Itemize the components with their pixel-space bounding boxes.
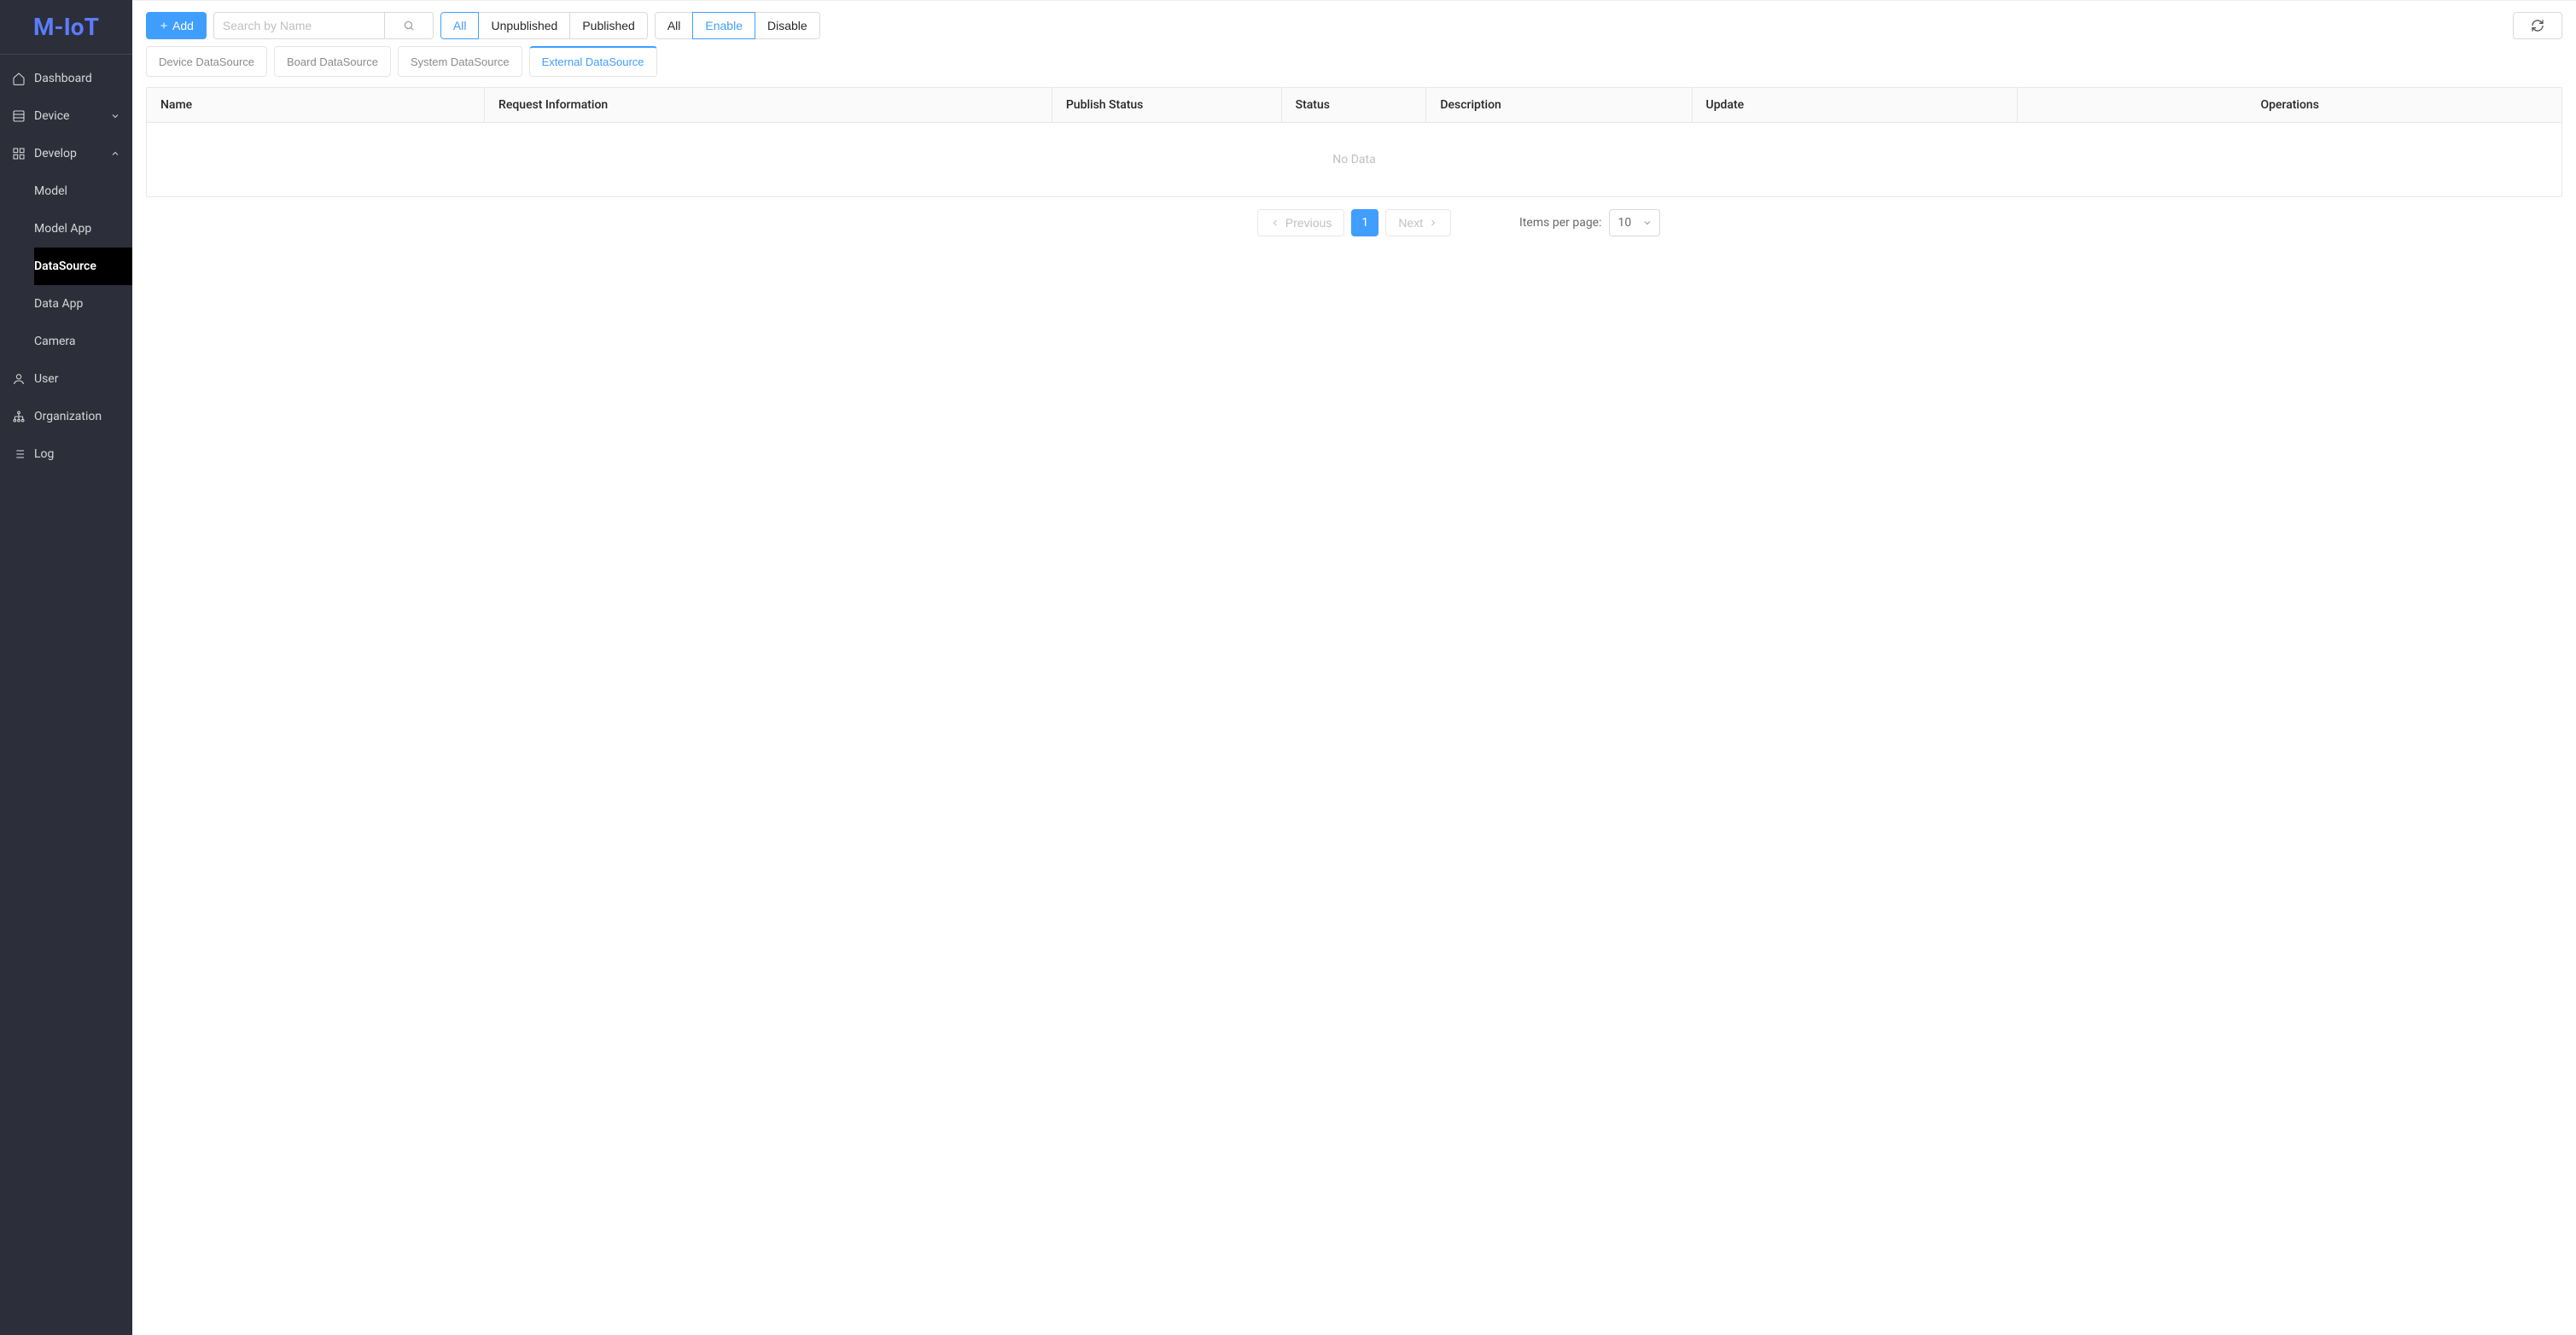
publish-filter-all[interactable]: All xyxy=(440,12,480,39)
sidebar-item-organization[interactable]: Organization xyxy=(0,398,132,435)
sidebar-item-develop[interactable]: Develop xyxy=(0,135,132,172)
chevron-down-icon xyxy=(1642,218,1652,228)
publish-filter-group: All Unpublished Published xyxy=(440,12,648,39)
sidebar-label-log: Log xyxy=(34,447,120,461)
logo-text: M-IoT xyxy=(33,13,99,41)
sidebar-label-datasource: DataSource xyxy=(34,259,120,273)
apps-icon xyxy=(12,147,26,160)
nav: Dashboard Device Develop Model xyxy=(0,55,132,1335)
th-publish-status: Publish Status xyxy=(1052,88,1282,122)
previous-label: Previous xyxy=(1285,216,1332,230)
sidebar-item-user[interactable]: User xyxy=(0,360,132,398)
list-icon xyxy=(12,447,26,461)
th-description: Description xyxy=(1426,88,1692,122)
sidebar-label-user: User xyxy=(34,372,120,386)
th-request-information: Request Information xyxy=(485,88,1052,122)
datasource-tabs: Device DataSource Board DataSource Syste… xyxy=(132,46,2576,87)
plus-icon xyxy=(159,20,169,31)
next-label: Next xyxy=(1398,216,1423,230)
status-filter-all[interactable]: All xyxy=(655,12,694,39)
sidebar-item-device[interactable]: Device xyxy=(0,97,132,135)
refresh-icon xyxy=(2531,19,2544,32)
th-operations: Operations xyxy=(2018,88,2561,122)
org-icon xyxy=(12,410,26,423)
th-status: Status xyxy=(1282,88,1427,122)
sidebar-item-model[interactable]: Model xyxy=(34,172,132,210)
sidebar-item-log[interactable]: Log xyxy=(0,435,132,473)
chevron-up-icon xyxy=(110,149,120,159)
next-page-button[interactable]: Next xyxy=(1385,209,1451,236)
sidebar-label-dashboard: Dashboard xyxy=(34,72,120,85)
empty-text: No Data xyxy=(1332,153,1375,166)
search-wrap xyxy=(213,12,434,39)
tab-board-datasource[interactable]: Board DataSource xyxy=(274,46,391,77)
chevron-right-icon xyxy=(1428,218,1438,228)
tab-system-datasource[interactable]: System DataSource xyxy=(398,46,522,77)
publish-filter-unpublished[interactable]: Unpublished xyxy=(478,12,570,39)
refresh-button[interactable] xyxy=(2513,12,2562,39)
sidebar: M-IoT Dashboard Device Develop xyxy=(0,0,132,1335)
home-icon xyxy=(12,72,26,85)
toolbar: Add All Unpublished Published All Enable… xyxy=(132,1,2576,46)
status-filter-disable[interactable]: Disable xyxy=(755,12,820,39)
pagination: Previous 1 Next Items per page: 10 xyxy=(132,197,2576,248)
items-per-page-select[interactable]: 10 xyxy=(1609,209,1660,236)
table-header-row: Name Request Information Publish Status … xyxy=(147,88,2561,123)
chevron-down-icon xyxy=(110,111,120,121)
chevron-left-icon xyxy=(1270,218,1280,228)
th-name: Name xyxy=(147,88,485,122)
items-per-page-value: 10 xyxy=(1618,216,1632,230)
sidebar-label-model: Model xyxy=(34,184,120,198)
items-per-page: Items per page: 10 xyxy=(1519,209,1659,236)
sidebar-label-develop: Develop xyxy=(34,147,102,160)
grid-icon xyxy=(12,109,26,123)
status-filter-group: All Enable Disable xyxy=(655,12,820,39)
sidebar-item-dashboard[interactable]: Dashboard xyxy=(0,60,132,97)
search-button[interactable] xyxy=(384,12,434,39)
page-number-1[interactable]: 1 xyxy=(1351,209,1378,236)
data-table: Name Request Information Publish Status … xyxy=(146,87,2562,197)
sidebar-label-modelapp: Model App xyxy=(34,222,120,236)
add-button-label: Add xyxy=(172,19,194,32)
sidebar-label-dataapp: Data App xyxy=(34,297,120,311)
tab-external-datasource[interactable]: External DataSource xyxy=(529,46,657,77)
sidebar-item-camera[interactable]: Camera xyxy=(34,323,132,360)
sidebar-item-modelapp[interactable]: Model App xyxy=(34,210,132,248)
user-icon xyxy=(12,372,26,386)
tab-device-datasource[interactable]: Device DataSource xyxy=(146,46,267,77)
sidebar-label-camera: Camera xyxy=(34,335,120,348)
sidebar-submenu-develop: Model Model App DataSource Data App Came… xyxy=(0,172,132,360)
previous-page-button[interactable]: Previous xyxy=(1257,209,1344,236)
sidebar-item-dataapp[interactable]: Data App xyxy=(34,285,132,323)
table-empty-state: No Data xyxy=(147,123,2561,196)
sidebar-item-datasource[interactable]: DataSource xyxy=(34,248,132,285)
logo-area: M-IoT xyxy=(0,0,132,55)
sidebar-label-organization: Organization xyxy=(34,410,120,423)
items-per-page-label: Items per page: xyxy=(1519,216,1601,230)
th-update: Update xyxy=(1693,88,2019,122)
status-filter-enable[interactable]: Enable xyxy=(692,12,755,39)
add-button[interactable]: Add xyxy=(146,12,207,39)
publish-filter-published[interactable]: Published xyxy=(569,12,648,39)
sidebar-label-device: Device xyxy=(34,109,102,123)
main-content: Add All Unpublished Published All Enable… xyxy=(132,0,2576,1335)
search-icon xyxy=(403,20,415,32)
search-input[interactable] xyxy=(213,12,384,39)
